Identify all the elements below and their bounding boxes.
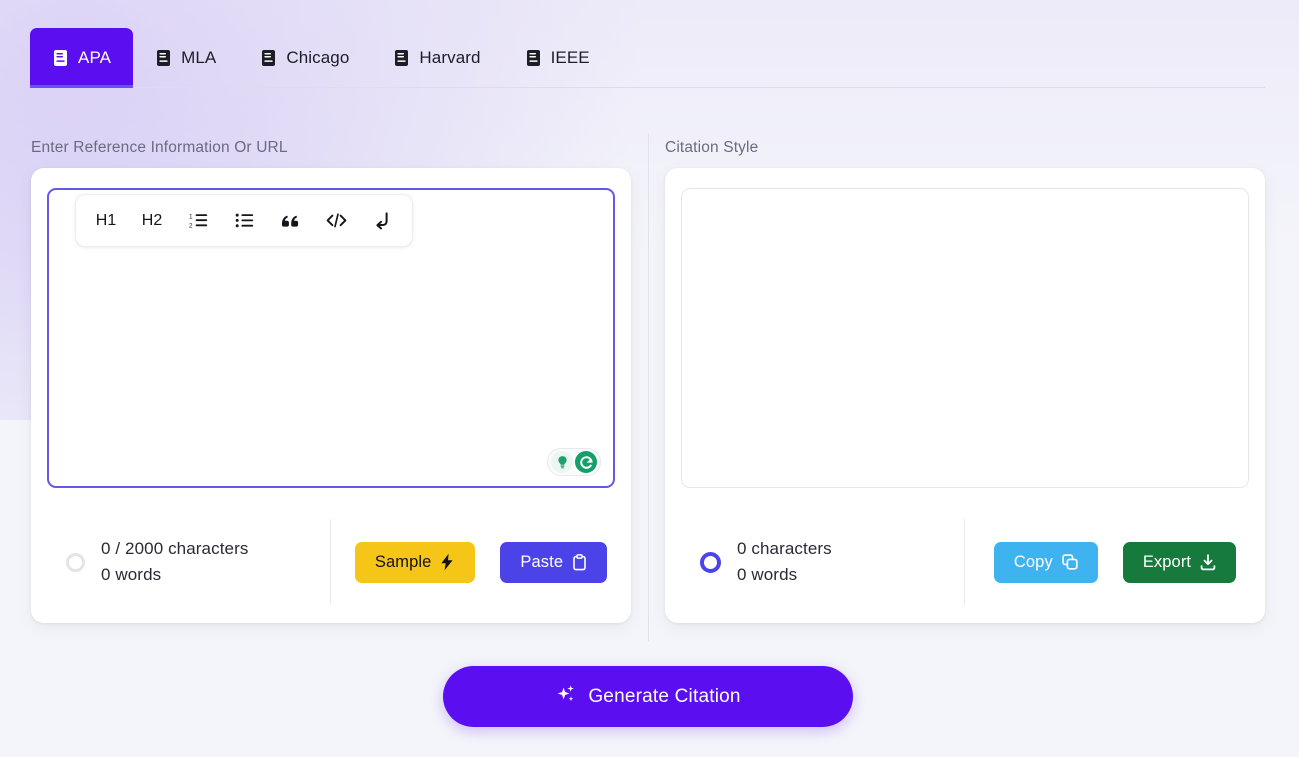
reference-counter: 0 / 2000 characters 0 words <box>31 519 331 605</box>
reference-input-card: H1 H2 1 2 0 / 2000 characters 0 words Sa… <box>31 168 631 623</box>
book-icon <box>155 49 172 67</box>
ordered-list-icon: 1 2 <box>189 211 208 230</box>
generate-citation-button[interactable]: Generate Citation <box>443 666 853 727</box>
citation-generator-page: APA MLA Chicago Harvard IEEE Enter Refer… <box>0 0 1299 757</box>
tab-apa[interactable]: APA <box>30 28 134 88</box>
reference-input[interactable] <box>49 246 613 486</box>
citation-counter: 0 characters 0 words <box>665 519 965 605</box>
tab-chicago-label: Chicago <box>286 48 350 67</box>
export-button-label: Export <box>1142 552 1192 571</box>
download-icon <box>1200 553 1216 571</box>
sample-button[interactable]: Sample <box>354 541 476 583</box>
tab-ieee-label: IEEE <box>550 48 590 67</box>
character-count: 0 / 2000 characters <box>101 538 249 558</box>
left-actions: Sample Paste <box>331 519 631 605</box>
sparkles-icon <box>555 683 577 711</box>
left-card-footer: 0 / 2000 characters 0 words Sample Paste <box>31 501 631 623</box>
heading-2-button[interactable]: H2 <box>132 202 172 240</box>
right-card-footer: 0 characters 0 words Copy Export <box>665 501 1265 623</box>
copy-icon <box>1062 554 1078 570</box>
book-icon <box>393 49 410 67</box>
blockquote-button[interactable] <box>270 202 310 240</box>
character-count: 0 characters <box>737 538 832 558</box>
citation-style-tabs: APA MLA Chicago Harvard IEEE <box>30 28 1265 88</box>
grammarly-badge[interactable] <box>547 448 601 476</box>
word-count: 0 words <box>737 565 798 584</box>
copy-button-label: Copy <box>1013 552 1053 571</box>
tab-mla-label: MLA <box>181 48 217 67</box>
sample-button-label: Sample <box>374 552 432 571</box>
counter-text: 0 / 2000 characters 0 words <box>101 536 248 589</box>
progress-ring <box>66 552 85 572</box>
ordered-list-button[interactable]: 1 2 <box>178 202 218 240</box>
bullet-list-button[interactable] <box>224 202 264 240</box>
line-break-button[interactable] <box>362 202 402 240</box>
book-icon <box>525 49 542 67</box>
tab-chicago[interactable]: Chicago <box>238 28 371 87</box>
paste-button[interactable]: Paste <box>500 541 608 583</box>
tab-harvard[interactable]: Harvard <box>371 28 502 87</box>
editor-toolbar: H1 H2 1 2 <box>75 194 413 247</box>
export-button[interactable]: Export <box>1122 541 1237 583</box>
svg-text:2: 2 <box>189 222 193 229</box>
right-panel-label: Citation Style <box>665 139 759 156</box>
copy-button[interactable]: Copy <box>993 541 1098 583</box>
quote-icon <box>280 212 300 229</box>
counter-text: 0 characters 0 words <box>737 536 832 589</box>
left-panel-label: Enter Reference Information Or URL <box>31 139 288 156</box>
code-icon <box>326 212 347 229</box>
tab-harvard-label: Harvard <box>419 48 481 67</box>
paste-button-label: Paste <box>520 552 564 571</box>
panel-divider <box>648 133 649 641</box>
citation-output[interactable] <box>681 188 1249 488</box>
book-icon <box>260 49 277 67</box>
svg-text:1: 1 <box>189 213 193 220</box>
lightning-bolt-icon <box>440 553 455 571</box>
lightbulb-icon <box>551 451 573 473</box>
word-count: 0 words <box>101 565 162 584</box>
line-break-icon <box>374 211 391 230</box>
progress-ring <box>700 551 721 573</box>
code-block-button[interactable] <box>316 202 356 240</box>
tab-apa-label: APA <box>78 48 112 67</box>
right-actions: Copy Export <box>965 519 1265 605</box>
book-icon <box>52 49 69 67</box>
grammarly-logo-icon <box>575 451 597 473</box>
citation-output-card: 0 characters 0 words Copy Export <box>665 168 1265 623</box>
tab-ieee[interactable]: IEEE <box>503 28 612 87</box>
tab-mla[interactable]: MLA <box>133 28 238 87</box>
clipboard-icon <box>572 553 587 571</box>
heading-1-button[interactable]: H1 <box>86 202 126 240</box>
reference-editor[interactable]: H1 H2 1 2 <box>47 188 615 488</box>
generate-citation-label: Generate Citation <box>588 685 741 707</box>
bullet-list-icon <box>235 211 254 230</box>
